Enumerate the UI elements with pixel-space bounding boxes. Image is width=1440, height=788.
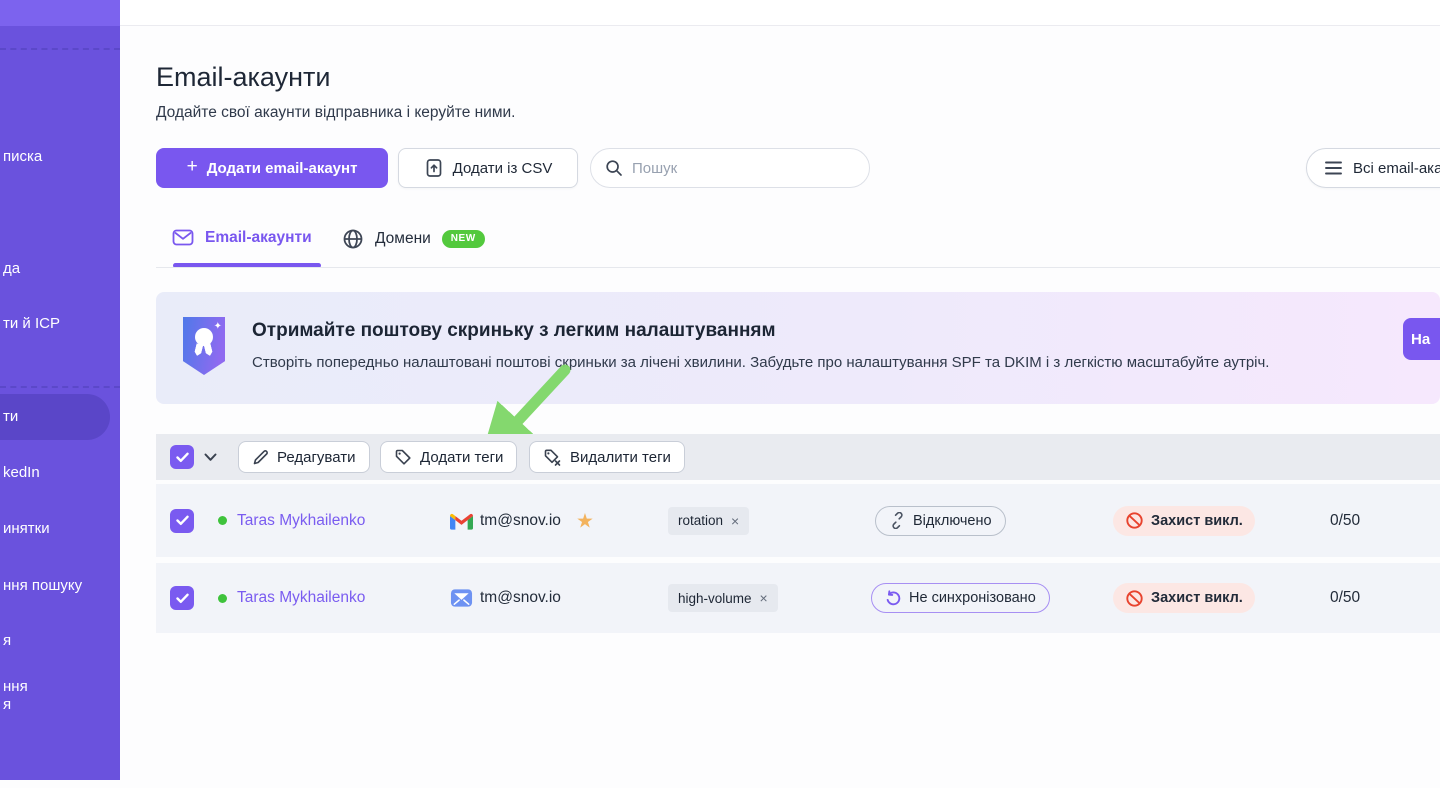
- file-upload-icon: [424, 158, 444, 178]
- protection-badge: Захист викл.: [1113, 506, 1255, 536]
- sidebar-item-8[interactable]: я: [0, 632, 11, 650]
- sent-count: 0/50: [1330, 589, 1360, 607]
- online-status-dot: [218, 516, 227, 525]
- star-icon[interactable]: ★: [576, 508, 594, 533]
- remove-tags-label: Видалити теги: [570, 449, 671, 466]
- banner-description: Створіть попередньо налаштовані поштові …: [252, 354, 1269, 371]
- accounts-filter-label: Всі email-ака: [1353, 160, 1440, 177]
- account-name-cell: Taras Mykhailenko: [218, 512, 365, 530]
- protection-label: Захист викл.: [1151, 513, 1243, 529]
- page-subtitle: Додайте свої акаунти відправника і керуй…: [156, 104, 515, 122]
- sparkle-icon: ✦: [214, 321, 222, 332]
- tag-icon: [394, 448, 412, 466]
- sidebar-item-9-line2: я: [3, 696, 11, 713]
- tag-label: high-volume: [678, 591, 752, 606]
- account-name-link[interactable]: Taras Mykhailenko: [237, 589, 365, 607]
- sent-count: 0/50: [1330, 512, 1360, 530]
- row-checkbox[interactable]: [170, 586, 194, 610]
- sidebar-item-1[interactable]: писка: [0, 148, 42, 166]
- sidebar-item-linkedin[interactable]: kedIn: [0, 464, 40, 482]
- new-badge: NEW: [442, 230, 485, 248]
- tab-email-accounts[interactable]: Email-акаунти: [172, 228, 312, 247]
- tabs-divider: [156, 267, 1440, 268]
- sync-icon: [885, 590, 902, 607]
- sidebar-item-6[interactable]: инятки: [0, 520, 50, 538]
- sidebar-item-7[interactable]: ння пошуку: [0, 577, 82, 595]
- ribbon-icon: [194, 343, 204, 356]
- sidebar-item-9-line1: ння: [3, 678, 28, 695]
- tag-label: rotation: [678, 513, 723, 528]
- sidebar-item-3[interactable]: ти й ICP: [0, 315, 60, 333]
- search-input[interactable]: [632, 160, 855, 177]
- edit-label: Редагувати: [277, 449, 356, 466]
- filter-lines-icon: [1325, 161, 1342, 175]
- row-checkbox[interactable]: [170, 509, 194, 533]
- tag-pill: rotation ×: [668, 507, 749, 535]
- email-address: tm@snov.io: [480, 589, 561, 607]
- remove-tags-button[interactable]: Видалити теги: [529, 441, 685, 473]
- protection-badge: Захист викл.: [1113, 583, 1255, 613]
- sidebar-item-2[interactable]: да: [0, 260, 20, 278]
- shield-off-icon: [1125, 511, 1144, 530]
- account-name-link[interactable]: Taras Mykhailenko: [237, 512, 365, 530]
- ribbon-icon: [204, 343, 214, 356]
- sidebar-divider: [0, 48, 120, 50]
- sidebar-item-active-label[interactable]: ти: [0, 408, 18, 425]
- sidebar-top-strip: [0, 0, 120, 26]
- medal-icon: [195, 328, 213, 346]
- smtp-envelope-icon: [450, 587, 473, 610]
- add-from-csv-label: Додати із CSV: [453, 160, 553, 177]
- banner-setup-button[interactable]: На: [1403, 318, 1440, 360]
- status-label: Не синхронізовано: [909, 590, 1036, 606]
- top-bar: [120, 0, 1440, 26]
- pencil-icon: [252, 449, 269, 466]
- chevron-down-icon[interactable]: [204, 453, 217, 462]
- tab-domains-label: Домени: [375, 230, 431, 248]
- status-label: Відключено: [913, 513, 992, 529]
- online-status-dot: [218, 594, 227, 603]
- remove-tag-icon[interactable]: ×: [760, 590, 768, 606]
- table-toolbar: Редагувати Додати теги Видалити теги: [156, 434, 1440, 480]
- table-row[interactable]: Taras Mykhailenko tm@snov.io ★ rotation …: [156, 484, 1440, 557]
- tag-pill: high-volume ×: [668, 584, 778, 612]
- tag-x-icon: [543, 448, 562, 467]
- mailbox-badge-icon: ✦: [183, 317, 225, 375]
- sidebar-item-9[interactable]: ння я: [0, 678, 28, 714]
- status-badge: Не синхронізовано: [871, 583, 1050, 613]
- select-all-checkbox[interactable]: [170, 445, 194, 469]
- sidebar-divider: [0, 386, 120, 388]
- page-title: Email-акаунти: [156, 62, 331, 93]
- protection-label: Захист викл.: [1151, 590, 1243, 606]
- email-address: tm@snov.io: [480, 512, 561, 530]
- add-tags-button[interactable]: Додати теги: [380, 441, 517, 473]
- edit-button[interactable]: Редагувати: [238, 441, 370, 473]
- envelope-icon: [172, 228, 194, 247]
- remove-tag-icon[interactable]: ×: [731, 513, 739, 529]
- add-from-csv-button[interactable]: Додати із CSV: [398, 148, 578, 188]
- app-root: писка да ти й ICP ти kedIn инятки ння по…: [0, 0, 1440, 788]
- search-icon: [605, 159, 623, 177]
- tab-email-accounts-label: Email-акаунти: [205, 229, 312, 247]
- status-badge: Відключено: [875, 506, 1006, 536]
- link-off-icon: [889, 512, 906, 529]
- promo-banner: ✦ Отримайте поштову скриньку з легким на…: [156, 292, 1440, 404]
- table-row[interactable]: Taras Mykhailenko tm@snov.io high-volume…: [156, 563, 1440, 633]
- add-email-account-button[interactable]: + Додати email-акаунт: [156, 148, 388, 188]
- add-tags-label: Додати теги: [420, 449, 503, 466]
- add-email-account-label: Додати email-акаунт: [207, 160, 358, 177]
- gmail-icon: [450, 512, 473, 530]
- banner-title: Отримайте поштову скриньку з легким нала…: [252, 320, 776, 342]
- plus-icon: +: [187, 156, 198, 178]
- sidebar: писка да ти й ICP ти kedIn инятки ння по…: [0, 0, 120, 780]
- shield-off-icon: [1125, 589, 1144, 608]
- accounts-filter-dropdown[interactable]: Всі email-ака: [1306, 148, 1440, 188]
- tab-domains[interactable]: Домени NEW: [342, 228, 485, 250]
- search-box[interactable]: [590, 148, 870, 188]
- globe-icon: [342, 228, 364, 250]
- account-name-cell: Taras Mykhailenko: [218, 589, 365, 607]
